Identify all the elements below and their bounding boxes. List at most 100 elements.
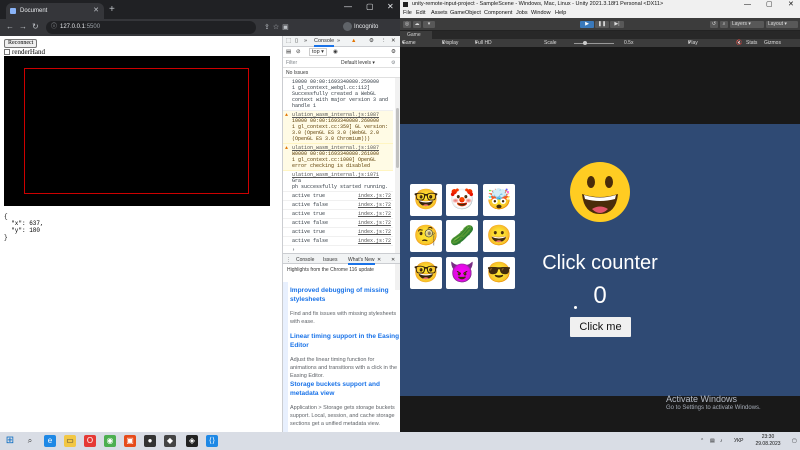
drawer-tab-close-icon[interactable]: ✕ [377, 257, 381, 263]
scale-slider-knob[interactable] [583, 41, 587, 45]
emoji-tile[interactable]: 😈 [446, 257, 478, 289]
close-tab-icon[interactable]: ✕ [93, 3, 99, 19]
console-source-link[interactable]: index.js:72 [358, 238, 391, 244]
app-icon[interactable]: ● [144, 435, 156, 447]
menu-jobs[interactable]: Jobs [516, 9, 528, 18]
stats-toggle[interactable]: Stats [746, 39, 757, 47]
console-source-link[interactable]: index.js:72 [358, 229, 391, 235]
device-toggle-icon[interactable]: ▯ [295, 38, 298, 44]
layout-dropdown[interactable]: Layout ▾ [766, 21, 798, 28]
kebab-menu-icon[interactable]: ⋮ [381, 38, 387, 44]
tray-overflow-icon[interactable]: ⌃ [700, 432, 704, 450]
layers-dropdown[interactable]: Layers ▾ [730, 21, 764, 28]
console-source-link[interactable]: index.js:72 [358, 220, 391, 226]
console-source-link[interactable]: index.js:72 [358, 202, 391, 208]
forward-icon[interactable]: → [19, 22, 27, 31]
article-title[interactable]: Storage buckets support and metadata vie… [290, 380, 400, 398]
chrome-icon[interactable]: ◉ [104, 435, 116, 447]
edge-icon[interactable]: e [44, 435, 56, 447]
minimize-icon[interactable]: — [344, 2, 352, 11]
back-icon[interactable]: ← [6, 22, 14, 31]
log-levels-dropdown[interactable]: Default levels ▾ [341, 60, 375, 66]
play-focused-dropdown[interactable]: Play Focused ▾ [688, 39, 707, 54]
game-mode-dropdown[interactable]: Game ▾ [402, 39, 416, 47]
emoji-tile[interactable]: 🧐 [410, 220, 442, 252]
opera-icon[interactable]: O [84, 435, 96, 447]
inspect-icon[interactable]: ⬚ [286, 38, 291, 44]
emoji-tile[interactable]: 😎 [483, 257, 515, 289]
mute-icon[interactable]: 🔇 [736, 39, 742, 47]
unity-minimize-icon[interactable]: — [744, 0, 751, 9]
unity-close-icon[interactable]: ✕ [788, 0, 794, 9]
filter-settings-icon[interactable]: ⚙ [391, 60, 395, 66]
menu-assets[interactable]: Assets [431, 9, 448, 18]
close-drawer-icon[interactable]: ✕ [391, 257, 395, 263]
emoji-tile[interactable]: 🤓 [410, 184, 442, 216]
warning-icon[interactable]: ▲ [351, 38, 356, 44]
drawer-tab-issues[interactable]: Issues [323, 257, 337, 263]
file-explorer-icon[interactable]: ▭ [64, 435, 76, 447]
emoji-tile[interactable]: 🥒 [446, 220, 478, 252]
issues-status[interactable]: No Issues [283, 68, 401, 78]
emoji-tile[interactable]: 🤓 [410, 257, 442, 289]
game-scene[interactable]: 🤓 🤡 🤯 🧐 🥒 😀 🤓 😈 😎 Click counter 0 Click … [400, 124, 800, 396]
step-button-icon[interactable]: ▶| [610, 21, 624, 28]
resolution-dropdown[interactable]: Full HD (1920x1080) ▾ [475, 39, 503, 54]
incognito-badge[interactable]: Incognito [343, 22, 378, 33]
display-dropdown[interactable]: Display 1 ▾ [442, 39, 458, 54]
unity-hub-icon[interactable]: ◆ [164, 435, 176, 447]
account-icon[interactable]: ◎ [403, 21, 411, 28]
more-tabs-icon[interactable]: » [304, 38, 307, 44]
url-bar[interactable]: ⓘ 127.0.0.1:5500 [46, 21, 256, 34]
more-panels-icon[interactable]: » [337, 38, 340, 44]
collab-icon[interactable]: ▾ [423, 21, 435, 28]
article-title[interactable]: Improved debugging of missing stylesheet… [290, 286, 400, 304]
live-expression-icon[interactable]: ◉ [333, 49, 338, 55]
emoji-tile[interactable]: 😀 [483, 220, 515, 252]
renderhand-checkbox-row[interactable]: renderHand [4, 48, 45, 56]
unity-editor-icon[interactable]: ◈ [186, 435, 198, 447]
emoji-tile[interactable]: 🤯 [483, 184, 515, 216]
settings-gear-icon[interactable]: ⚙ [369, 38, 374, 44]
history-icon[interactable]: ↺ [710, 21, 718, 28]
network-icon[interactable]: ▤ [710, 432, 715, 450]
drawer-tab-console[interactable]: Console [296, 257, 314, 263]
volume-icon[interactable]: ♪ [720, 432, 723, 450]
tab-console[interactable]: Console [314, 38, 335, 47]
play-button-icon[interactable]: ▶ [580, 21, 594, 28]
article-title[interactable]: Linear timing support in the Easing Edit… [290, 332, 400, 350]
clock[interactable]: 23:30 29.08.2023 [748, 434, 788, 448]
menu-component[interactable]: Component [484, 9, 512, 18]
close-devtools-icon[interactable]: ✕ [391, 38, 396, 44]
maximize-icon[interactable]: ▢ [366, 2, 374, 11]
site-info-icon[interactable]: ⓘ [51, 21, 57, 34]
cloud-icon[interactable]: ☁ [413, 21, 421, 28]
menu-edit[interactable]: Edit [416, 9, 425, 18]
console-source-link[interactable]: index.js:72 [358, 211, 391, 217]
start-windows-icon[interactable]: ⊞ [4, 435, 16, 447]
console-settings-icon[interactable]: ⚙ [391, 49, 396, 55]
browser-tab[interactable]: Document ✕ [6, 3, 104, 19]
clear-console-icon[interactable]: ⊘ [296, 49, 301, 55]
pause-button-icon[interactable]: ❚❚ [595, 21, 609, 28]
renderhand-checkbox[interactable] [4, 49, 10, 55]
extension-icons[interactable]: ⇪☆▣ [264, 23, 292, 31]
drawer-menu-icon[interactable]: ⋮ [286, 257, 291, 263]
reconnect-button[interactable]: Reconnect [4, 39, 38, 48]
tab-game[interactable]: Game [400, 31, 432, 39]
scrollbar-thumb[interactable] [396, 108, 399, 168]
sidebar-toggle-icon[interactable]: ▤ [286, 49, 291, 55]
notifications-icon[interactable]: ▢ [792, 432, 797, 450]
click-me-button[interactable]: Click me [570, 317, 631, 337]
filter-input[interactable]: Filter [286, 60, 297, 66]
emoji-tile[interactable]: 🤡 [446, 184, 478, 216]
reload-icon[interactable]: ↻ [32, 22, 39, 31]
search-icon[interactable]: ⌕ [24, 435, 36, 447]
terminal-icon[interactable]: ▣ [124, 435, 136, 447]
console-source-link[interactable]: index.js:72 [358, 193, 391, 199]
console-source-link[interactable]: ulation_wasm_internal.js:1071 [292, 172, 391, 178]
new-tab-icon[interactable]: + [109, 3, 115, 17]
language-indicator[interactable]: УКР [734, 432, 743, 450]
gizmos-toggle[interactable]: Gizmos [764, 39, 781, 47]
scale-slider-track[interactable] [574, 43, 614, 44]
